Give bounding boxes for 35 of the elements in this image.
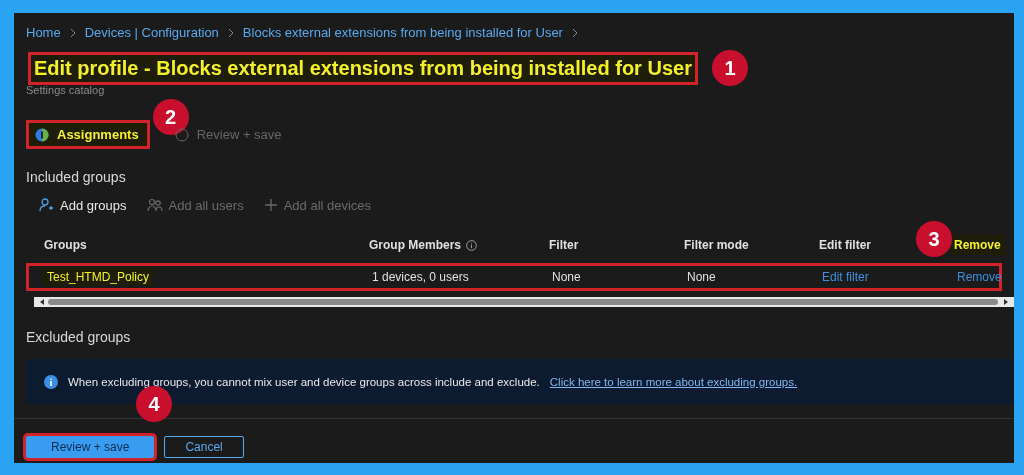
table-cell-text: None [551,269,582,286]
column-header: Group Members [365,235,481,255]
info-message: When excluding groups, you cannot mix user and device groups across include and exclude. [68,375,540,388]
section-heading: Excluded groups [26,329,132,345]
column-header: Groups [43,237,88,254]
review-save-button[interactable]: Review + save [26,436,155,458]
toolbar-button[interactable]: Add groups [38,197,127,213]
breadcrumb-link[interactable]: Home [26,25,61,40]
step-number-badge: 2 [152,99,189,135]
table-cell-text: None [686,269,717,286]
plus-icon [263,198,278,212]
section-heading: Included groups [26,169,127,185]
info-icon [44,374,58,389]
learn-more-link[interactable]: Click here to learn more about excluding groups. [549,375,798,388]
chevron-icon [570,27,579,38]
half-circle-icon [35,127,49,142]
table-cell-text: 1 devices, 0 users [371,269,470,286]
chevron-icon [68,27,77,38]
table-cell: Test_HTMD_Policy [43,268,154,286]
cancel-button[interactable]: Cancel [164,436,244,458]
add-user-icon [38,197,54,213]
horizontal-scrollbar[interactable] [34,297,1014,307]
page-title: Edit profile - Blocks external extensions from being installed for User [28,51,698,85]
column-header: Filter [548,237,580,254]
page-subtitle: Settings catalog [26,84,105,96]
users-icon [146,197,163,213]
edit-filter-link[interactable]: Edit filter [818,268,873,286]
circle-icon [174,127,189,142]
breadcrumb-link[interactable]: Devices | Configuration [84,25,219,40]
step-number-badge: 3 [916,221,952,257]
column-header: Filter mode [683,237,750,254]
chevron-icon [226,27,235,38]
breadcrumb-link[interactable]: Blocks external extensions from being installed for User [242,25,563,40]
column-header: Remove [950,235,1005,255]
step-number-badge: 1 [711,50,748,86]
